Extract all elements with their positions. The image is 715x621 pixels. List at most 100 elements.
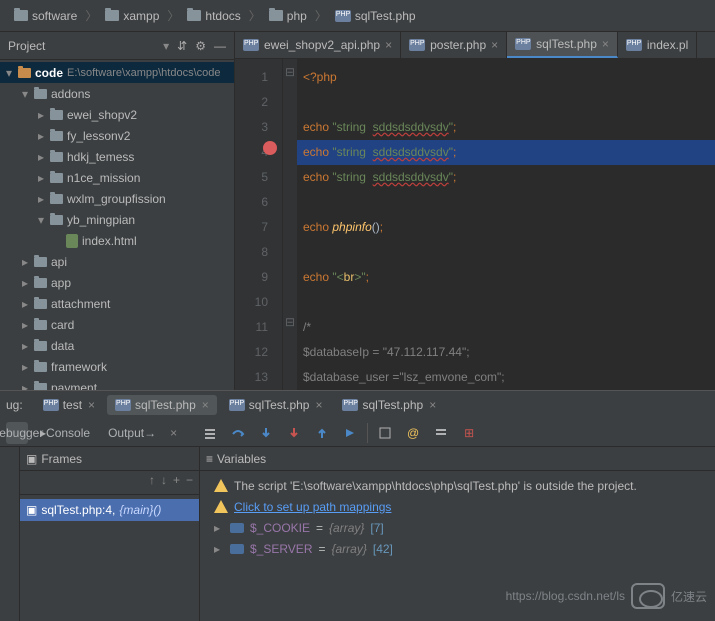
line-number[interactable]: 10	[235, 290, 282, 315]
breadcrumb-file[interactable]: sqlTest.php	[329, 9, 422, 23]
chevron-down-icon[interactable]: ▾	[163, 39, 169, 53]
chevron-icon[interactable]: ▸	[20, 381, 30, 391]
list-icon[interactable]	[430, 422, 452, 444]
tab-index[interactable]: index.pl	[618, 32, 697, 58]
chevron-icon[interactable]: ▸	[20, 339, 30, 353]
line-number[interactable]: 11	[235, 315, 282, 340]
line-number[interactable]: 8	[235, 240, 282, 265]
tree-row[interactable]: ▸ ewei_shopv2	[0, 104, 234, 125]
breakpoint-icon[interactable]	[263, 141, 277, 155]
force-step-icon[interactable]	[283, 422, 305, 444]
chevron-icon[interactable]: ▸	[20, 360, 30, 374]
show-execution-icon[interactable]	[199, 422, 221, 444]
tree-row[interactable]: index.html	[0, 230, 234, 251]
debug-tab-test[interactable]: test×	[35, 395, 103, 415]
next-frame-icon[interactable]: ↓	[161, 473, 167, 492]
collapse-icon[interactable]: ⇵	[177, 39, 187, 53]
chevron-icon[interactable]: ▸	[36, 108, 46, 122]
step-over-icon[interactable]	[227, 422, 249, 444]
tree-row[interactable]: ▸n1ce_mission	[0, 167, 234, 188]
step-into-icon[interactable]	[255, 422, 277, 444]
chevron-icon[interactable]: ▸	[36, 192, 46, 206]
evaluate-icon[interactable]	[374, 422, 396, 444]
chevron-right-icon[interactable]: ▸	[214, 521, 224, 535]
variable-row[interactable]: ▸ $_COOKIE = {array} [7]	[204, 517, 711, 538]
breadcrumb-php[interactable]: php	[263, 9, 313, 23]
debugger-tab[interactable]: Debugger	[6, 422, 28, 444]
tree-row[interactable]: ▸payment	[0, 377, 234, 390]
tree-row[interactable]: ▸app	[0, 272, 234, 293]
remove-frame-icon[interactable]: −	[186, 473, 193, 492]
close-icon[interactable]: ×	[602, 37, 609, 51]
gear-icon[interactable]: ⚙	[195, 39, 206, 53]
line-number[interactable]: 9	[235, 265, 282, 290]
close-icon[interactable]: ×	[88, 398, 95, 412]
output-tab[interactable]: Output →	[102, 422, 162, 444]
line-number[interactable]: 5	[235, 165, 282, 190]
project-tree[interactable]: ▾ code E:\software\xampp\htdocs\code ▾ad…	[0, 60, 234, 390]
fold-icon[interactable]: ⊟	[283, 315, 297, 340]
chevron-icon[interactable]: ▸	[20, 255, 30, 269]
debug-tab-sql3[interactable]: sqlTest.php×	[334, 395, 444, 415]
line-number[interactable]: 2	[235, 90, 282, 115]
tree-row[interactable]: ▾yb_mingpian	[0, 209, 234, 230]
breadcrumb-htdocs[interactable]: htdocs	[181, 9, 246, 23]
tree-root[interactable]: ▾ code E:\software\xampp\htdocs\code	[0, 62, 234, 83]
debug-tab-sql1[interactable]: sqlTest.php×	[107, 395, 217, 415]
chevron-icon[interactable]: ▾	[36, 213, 46, 227]
chevron-right-icon[interactable]: ▸	[214, 542, 224, 556]
chevron-icon[interactable]: ▸	[20, 297, 30, 311]
line-number[interactable]: 7	[235, 215, 282, 240]
at-icon[interactable]: @	[402, 422, 424, 444]
tree-row[interactable]: ▸attachment	[0, 293, 234, 314]
warning-link-row[interactable]: Click to set up path mappings	[204, 496, 711, 517]
chevron-icon[interactable]: ▸	[20, 276, 30, 290]
tree-row[interactable]: ▸framework	[0, 356, 234, 377]
tree-row[interactable]: ▾addons	[0, 83, 234, 104]
line-number[interactable]: 3	[235, 115, 282, 140]
tab-sqltest[interactable]: sqlTest.php×	[507, 32, 618, 58]
line-number[interactable]: 6	[235, 190, 282, 215]
tree-label: ewei_shopv2	[67, 108, 137, 122]
close-icon[interactable]: ×	[385, 38, 392, 52]
add-frame-icon[interactable]: +	[173, 473, 180, 492]
fold-icon[interactable]: ⊟	[283, 65, 297, 90]
tree-row[interactable]: ▸wxlm_groupfission	[0, 188, 234, 209]
line-number[interactable]: 13	[235, 365, 282, 390]
chevron-down-icon[interactable]: ▾	[4, 66, 14, 80]
chevron-icon[interactable]: ▸	[36, 171, 46, 185]
tab-ewei[interactable]: ewei_shopv2_api.php×	[235, 32, 401, 58]
code-content[interactable]: <?php echo "string sddsdsddvsdv"; echo "…	[297, 59, 715, 390]
frame-row[interactable]: ▣ sqlTest.php:4, {main}()	[20, 499, 199, 521]
tree-row[interactable]: ▸data	[0, 335, 234, 356]
debug-tab-sql2[interactable]: sqlTest.php×	[221, 395, 331, 415]
chevron-icon[interactable]: ▾	[20, 87, 30, 101]
variable-row[interactable]: ▸ $_SERVER = {array} [42]	[204, 538, 711, 559]
gutter[interactable]: 12345678910111213	[235, 59, 283, 390]
close-icon[interactable]: ×	[315, 398, 322, 412]
console-tab[interactable]: ▸ Console	[34, 422, 96, 444]
fold-column[interactable]: ⊟ ⊟	[283, 59, 297, 390]
tree-row[interactable]: ▸hdkj_temess	[0, 146, 234, 167]
minimize-icon[interactable]: —	[214, 39, 226, 53]
line-number[interactable]: 1	[235, 65, 282, 90]
close-icon[interactable]: ×	[202, 398, 209, 412]
breadcrumb-software[interactable]: software	[8, 9, 83, 23]
tab-poster[interactable]: poster.php×	[401, 32, 507, 58]
prev-frame-icon[interactable]: ↑	[149, 473, 155, 492]
tree-row[interactable]: ▸card	[0, 314, 234, 335]
chevron-icon[interactable]: ▸	[36, 150, 46, 164]
step-out-icon[interactable]	[311, 422, 333, 444]
run-to-cursor-icon[interactable]	[339, 422, 361, 444]
close-icon[interactable]: ×	[491, 38, 498, 52]
add-icon[interactable]: ⊞	[458, 422, 480, 444]
close-icon[interactable]: ×	[429, 398, 436, 412]
tree-row[interactable]: ▸fy_lessonv2	[0, 125, 234, 146]
close-icon[interactable]: ×	[170, 426, 177, 440]
breadcrumb-xampp[interactable]: xampp	[99, 9, 165, 23]
chevron-icon[interactable]: ▸	[20, 318, 30, 332]
line-number[interactable]: 12	[235, 340, 282, 365]
tree-row[interactable]: ▸api	[0, 251, 234, 272]
chevron-icon[interactable]: ▸	[36, 129, 46, 143]
code-editor[interactable]: 12345678910111213 ⊟ ⊟ <?php echo "string…	[235, 59, 715, 390]
